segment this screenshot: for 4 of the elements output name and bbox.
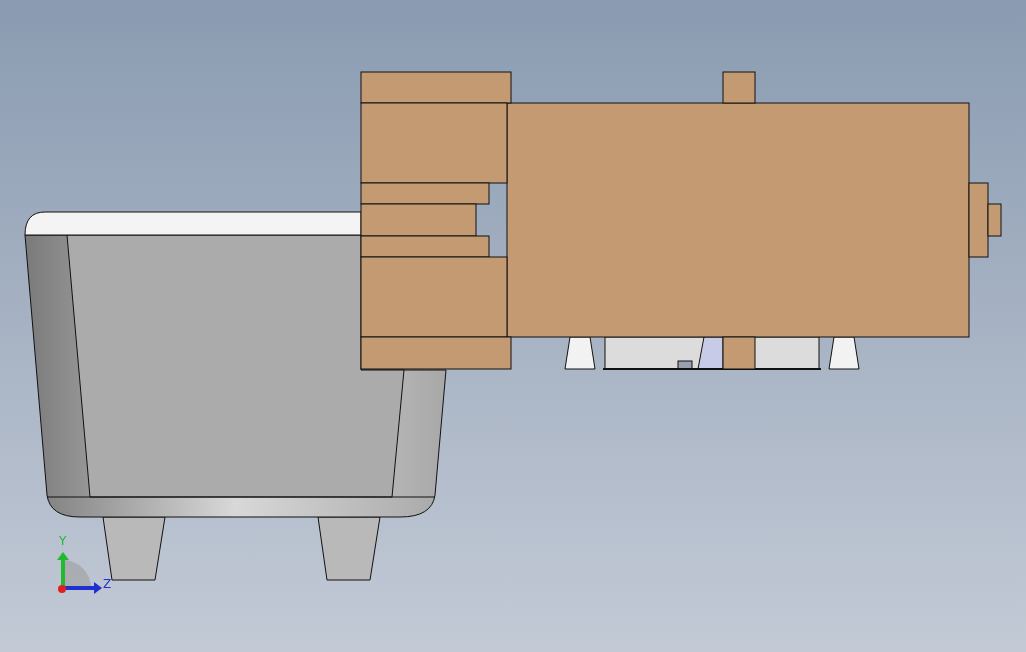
triad-quadrant-icon: [63, 560, 91, 588]
axis-label: Z: [103, 577, 112, 591]
origin-dot-icon: [58, 585, 66, 593]
axis-label: Y: [59, 534, 67, 548]
